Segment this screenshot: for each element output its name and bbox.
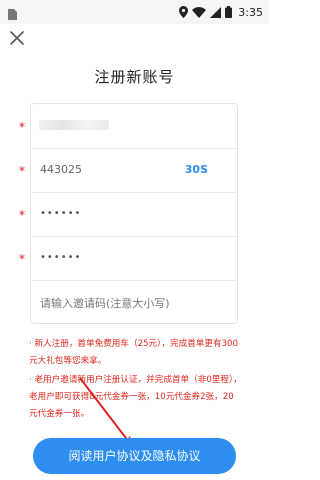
invite-code-field[interactable]: 请输入邀请码(注意大小写) <box>31 280 237 324</box>
notice-new-user: · 新人注册，首单免费用车（25元），完成首单更有300元大礼包等您来拿。 <box>29 339 238 366</box>
verification-code-field[interactable]: 443025 30S <box>31 148 237 193</box>
read-agreement-button[interactable]: 阅读用户协议及隐私协议 <box>33 438 236 474</box>
sim-card-icon <box>8 5 18 20</box>
phone-value-redacted <box>39 120 109 130</box>
confirm-password-value: •••••• <box>40 252 82 263</box>
status-bar: 3:35 <box>0 0 269 24</box>
required-marker: * <box>19 208 25 222</box>
verification-code-value: 443025 <box>40 163 82 176</box>
invite-code-placeholder: 请输入邀请码(注意大小写) <box>40 297 170 310</box>
password-value: •••••• <box>40 208 82 219</box>
notice-referral: · 老用户邀请新用户注册认证，并完成首单（非0里程），老用户即可获得8元代金券一… <box>29 375 242 419</box>
registration-form: 443025 30S •••••• •••••• 请输入邀请码(注意大小写) <box>30 103 238 324</box>
phone-field[interactable] <box>31 104 237 149</box>
close-icon <box>10 31 24 45</box>
resend-code-countdown[interactable]: 30S <box>185 163 208 176</box>
required-marker: * <box>19 120 25 134</box>
close-button[interactable] <box>6 27 28 49</box>
confirm-password-field[interactable]: •••••• <box>31 236 237 281</box>
status-right: 3:35 <box>179 3 263 21</box>
status-time: 3:35 <box>238 5 263 19</box>
signal-icon <box>210 6 222 18</box>
wifi-icon <box>192 6 207 18</box>
required-marker: * <box>19 164 25 178</box>
location-icon <box>179 6 189 18</box>
password-field[interactable]: •••••• <box>31 192 237 237</box>
page-title: 注册新账号 <box>94 68 175 86</box>
battery-icon <box>225 6 233 18</box>
required-marker: * <box>19 252 25 266</box>
